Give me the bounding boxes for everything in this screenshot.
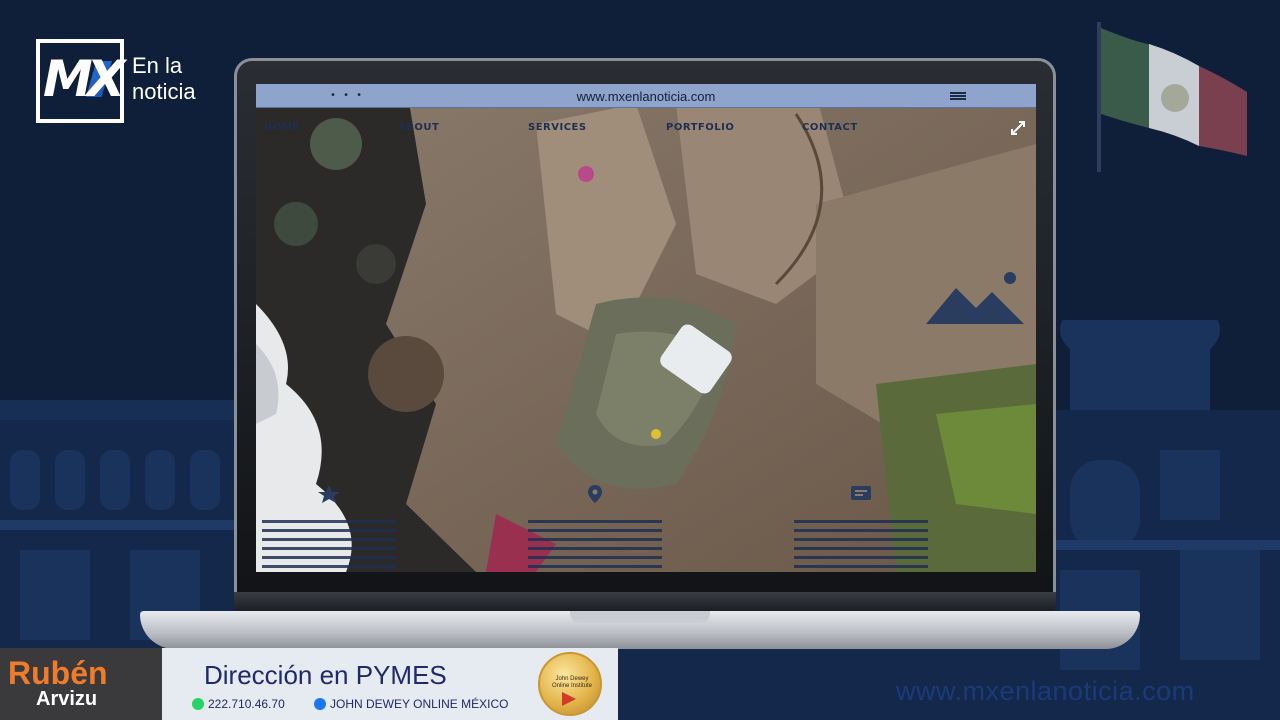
whatsapp-icon <box>192 698 204 710</box>
chat-icon <box>851 486 871 500</box>
nav-about[interactable]: ABOUT <box>398 122 439 133</box>
map-pin-icon <box>588 485 602 503</box>
nav-contact[interactable]: CONTACT <box>802 122 858 133</box>
logo-wordmark: En la noticia <box>132 53 196 105</box>
logo-text-line2: noticia <box>132 79 196 104</box>
nav-portfolio[interactable]: PORTFOLIO <box>666 122 734 133</box>
site-url-watermark: www.mxenlanoticia.com <box>896 676 1195 706</box>
feature-text-block-2 <box>528 520 662 572</box>
nav-home[interactable]: HOME <box>264 122 300 133</box>
star-icon <box>318 485 340 503</box>
institute-seal-icon: John Dewey Online Institute <box>538 652 602 716</box>
aerial-cliff-photo <box>256 84 1036 572</box>
logo-frame: MX <box>36 39 125 123</box>
mexico-flag-icon <box>1097 22 1247 172</box>
sponsor-last-name: Arvizu <box>36 688 98 710</box>
nav-services[interactable]: SERVICES <box>528 122 587 133</box>
brand-logo[interactable]: MX En la noticia <box>36 39 216 125</box>
url-text[interactable]: www.mxenlanoticia.com <box>256 89 1036 104</box>
feature-text-block-1 <box>262 520 396 572</box>
mountain-image-icon <box>926 272 1024 324</box>
laptop-hinge <box>234 592 1056 612</box>
sponsor-title: Dirección en PYMES <box>204 660 447 690</box>
hamburger-menu-icon[interactable] <box>950 92 966 100</box>
facebook-icon <box>314 698 326 710</box>
feature-text-block-3 <box>794 520 928 572</box>
browser-address-bar[interactable]: • • • www.mxenlanoticia.com <box>256 84 1036 108</box>
sponsor-phone[interactable]: 222.710.46.70 <box>192 697 285 711</box>
laptop-screen: • • • www.mxenlanoticia.com HOME ABOUT S… <box>256 84 1036 572</box>
phone-number: 222.710.46.70 <box>208 697 285 711</box>
sponsor-info-box: Dirección en PYMES 222.710.46.70 JOHN DE… <box>162 648 618 720</box>
laptop-notch <box>570 611 710 623</box>
facebook-handle: JOHN DEWEY ONLINE MÉXICO <box>330 697 509 711</box>
sponsor-name-box: Rubén Arvizu <box>0 648 162 720</box>
seal-text: John Dewey Online Institute <box>551 676 593 689</box>
sponsor-banner[interactable]: Rubén Arvizu Dirección en PYMES 222.710.… <box>0 648 618 720</box>
expand-icon[interactable] <box>1010 120 1026 136</box>
sponsor-facebook[interactable]: JOHN DEWEY ONLINE MÉXICO <box>314 697 508 711</box>
play-icon <box>562 692 576 706</box>
sponsor-first-name: Rubén <box>8 655 108 691</box>
logo-mark: MX <box>43 50 125 108</box>
logo-text-line1: En la <box>132 53 183 78</box>
